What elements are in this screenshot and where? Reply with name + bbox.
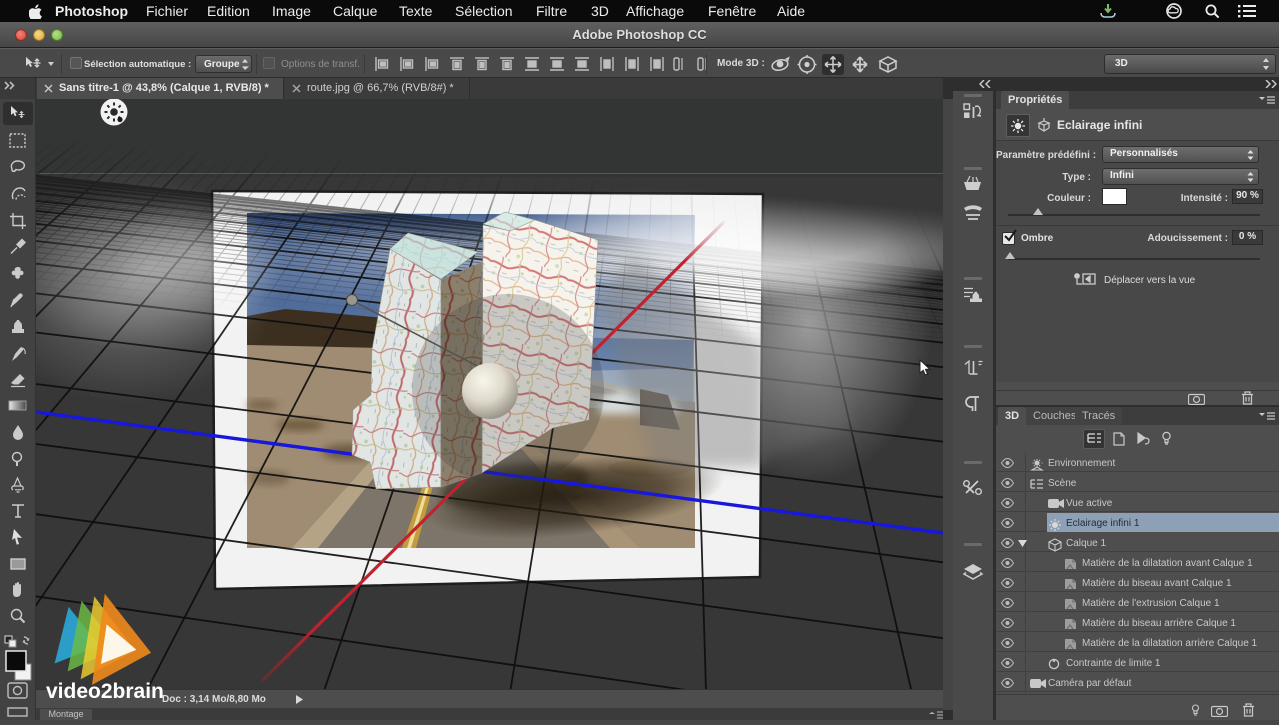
svg-text:video2brain: video2brain [46,680,164,703]
